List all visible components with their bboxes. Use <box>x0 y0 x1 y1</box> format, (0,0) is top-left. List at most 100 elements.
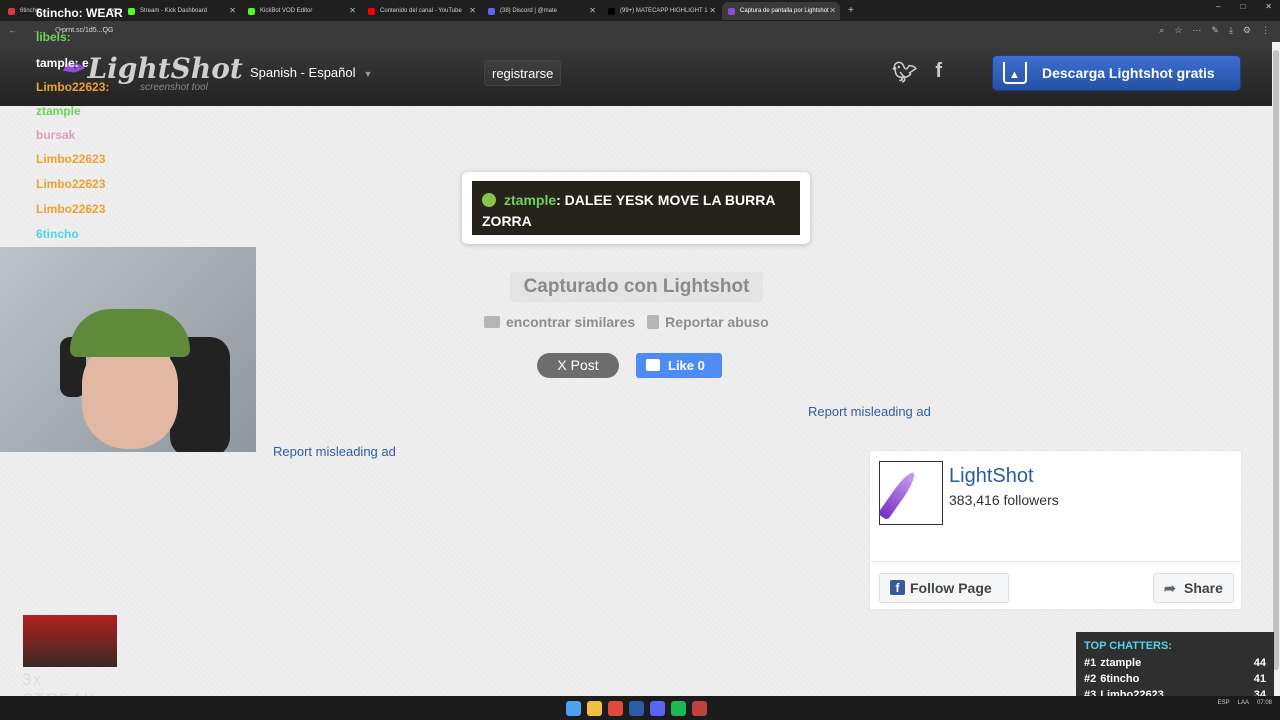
captured-with-lightshot: Capturado con Lightshot <box>510 272 763 302</box>
tab-title: Captura de pantalla por Lightshot <box>740 7 829 14</box>
close-icon[interactable]: ✕ <box>229 2 236 20</box>
download-icon <box>1003 58 1027 92</box>
steam-icon[interactable] <box>629 701 644 716</box>
streak-overlay: 3x STREAK <box>22 614 118 709</box>
facebook-page-widget: LightShot 383,416 followers Follow Page … <box>869 450 1243 610</box>
browser-tab[interactable]: (38) Discord | @mate ✕ <box>482 2 600 20</box>
language-select[interactable]: Spanish - Español ▼ <box>240 60 382 86</box>
app-icon[interactable] <box>692 701 707 716</box>
download-lightshot-button[interactable]: Descarga Lightshot gratis <box>992 55 1241 92</box>
report-misleading-ad-link[interactable]: Report misleading ad <box>273 444 396 459</box>
extension-icon[interactable]: ⋯ <box>1192 25 1201 36</box>
chrome-icon[interactable] <box>608 701 623 716</box>
extension-icon[interactable]: ✎ <box>1211 25 1219 36</box>
tab-favicon-icon <box>608 7 615 15</box>
facebook-icon[interactable]: f <box>935 60 942 85</box>
new-tab-button[interactable]: + <box>848 5 854 16</box>
maximize-icon[interactable]: □ <box>1240 2 1245 11</box>
follow-page-button[interactable]: Follow Page <box>879 573 1009 603</box>
extension-icon[interactable]: ⤓ <box>1229 25 1233 36</box>
browser-tab[interactable]: Contenido del canal - YouTube ✕ <box>362 2 480 20</box>
scrollbar-thumb[interactable] <box>1273 50 1279 670</box>
site-header: ✒ LightShot screenshot tool Spanish - Esp… <box>0 42 1272 106</box>
browser-extension-icons: ⌕ ☆ ⋯ ✎ ⤓ ⚙ ⋮ <box>1159 25 1270 36</box>
minimize-icon[interactable]: – <box>1216 2 1220 11</box>
extension-icon[interactable]: ⌕ <box>1159 25 1164 36</box>
discord-icon[interactable] <box>650 701 665 716</box>
system-tray: ESP LAA 07:08 <box>1218 700 1272 706</box>
feather-icon <box>877 469 919 521</box>
tab-favicon-icon <box>488 7 495 15</box>
chat-message: Limbo22623: <box>36 80 110 94</box>
report-abuse-label: Reportar abuso <box>665 314 769 330</box>
chat-message: tample: e <box>36 56 89 70</box>
thumbs-up-icon <box>646 359 660 371</box>
like-label: Like 0 <box>668 358 705 373</box>
extension-icon[interactable]: ⚙ <box>1243 25 1251 36</box>
x-post-button[interactable]: X Post <box>537 353 619 378</box>
tray-item[interactable]: ESP <box>1218 700 1230 706</box>
extension-icon[interactable]: ⋮ <box>1261 25 1270 36</box>
tab-favicon-icon <box>128 7 135 15</box>
top-chatter-count: 44 <box>1253 657 1266 669</box>
tray-item[interactable]: 07:08 <box>1257 700 1272 706</box>
facebook-like-button[interactable]: Like 0 <box>636 353 722 378</box>
image-actions: encontrar similares Reportar abuso <box>484 314 769 330</box>
follower-count: 383,416 followers <box>949 492 1059 508</box>
tab-favicon-icon <box>8 7 15 15</box>
tab-favicon-icon <box>248 7 255 15</box>
window-controls: – □ ✕ <box>1216 2 1272 11</box>
close-icon[interactable]: ✕ <box>709 2 716 20</box>
top-chatter-username: 6tincho <box>1100 673 1140 685</box>
streak-avatar <box>23 615 117 667</box>
share-button[interactable]: Share <box>1153 573 1234 603</box>
close-icon[interactable]: ✕ <box>469 2 476 20</box>
browser-tab[interactable]: KickBot VOD Editor ✕ <box>242 2 360 20</box>
chat-message: libels: <box>36 30 71 44</box>
browser-tab[interactable]: Stream - Kick Dashboard ✕ <box>122 2 240 20</box>
screenshot-image[interactable]: ztample: DALEE YESK MOVE LA BURRA ZORRA <box>472 181 800 235</box>
social-links: 🐦︎ f <box>892 60 942 85</box>
tab-title: (38) Discord | @mate <box>500 7 557 14</box>
twitter-icon[interactable]: 🐦︎ <box>892 60 917 85</box>
report-misleading-ad-link[interactable]: Report misleading ad <box>808 404 931 419</box>
chat-message: Limbo22623 <box>36 152 106 166</box>
bot-badge-icon <box>482 193 496 207</box>
report-abuse-link[interactable]: Reportar abuso <box>647 314 769 330</box>
register-button[interactable]: registrarse <box>484 60 562 86</box>
find-similar-link[interactable]: encontrar similares <box>484 314 635 330</box>
top-chatter-row: #1 ztample 44 <box>1084 657 1266 673</box>
page-scrollbar[interactable] <box>1272 42 1280 696</box>
chat-message: bursak <box>36 128 76 142</box>
top-chatter-count: 41 <box>1253 673 1266 685</box>
browser-tab-strip: 6tincho ✕ Stream - Kick Dashboard ✕ KickBot … <box>0 0 1280 21</box>
close-icon[interactable]: ✕ <box>589 2 596 20</box>
facebook-page-name[interactable]: LightShot <box>949 465 1034 488</box>
extension-icon[interactable]: ☆ <box>1174 25 1182 36</box>
logo-text: LightShot <box>87 52 243 85</box>
tray-item[interactable]: LAA <box>1238 700 1249 706</box>
language-label: Spanish - Español <box>250 65 356 80</box>
close-icon[interactable]: ✕ <box>1265 2 1272 11</box>
tab-favicon-icon <box>368 7 375 15</box>
file-explorer-icon[interactable] <box>587 701 602 716</box>
windows-start-icon[interactable] <box>566 701 581 716</box>
address-bar: ← → ⟳ prnt.sc/1d5...QG ⌕ ☆ ⋯ ✎ ⤓ ⚙ ⋮ <box>0 21 1280 42</box>
top-chatter-rank: #2 <box>1084 673 1097 685</box>
top-chatters-title: TOP CHATTERS: <box>1084 640 1173 652</box>
spotify-icon[interactable] <box>671 701 686 716</box>
download-button-label: Descarga Lightshot gratis <box>1042 65 1215 81</box>
close-icon[interactable]: ✕ <box>829 2 836 20</box>
chat-message: Limbo22623 <box>36 202 106 216</box>
browser-tab[interactable]: Captura de pantalla por Lightshot ✕ <box>722 1 840 20</box>
screenshot-card: ztample: DALEE YESK MOVE LA BURRA ZORRA <box>462 172 810 244</box>
browser-tab[interactable]: (99+) MATECAPP HIGHLIGHT 1 ✕ <box>602 2 720 20</box>
find-similar-label: encontrar similares <box>506 314 636 330</box>
chat-message: ztample <box>36 104 81 118</box>
lightshot-page-avatar[interactable] <box>877 461 943 525</box>
tab-title: KickBot VOD Editor <box>260 7 313 14</box>
close-icon[interactable]: ✕ <box>349 2 356 20</box>
screenshot-username: ztample <box>504 192 557 208</box>
top-chatter-username: ztample <box>1100 657 1142 669</box>
tab-title: (99+) MATECAPP HIGHLIGHT 1 <box>620 7 708 14</box>
